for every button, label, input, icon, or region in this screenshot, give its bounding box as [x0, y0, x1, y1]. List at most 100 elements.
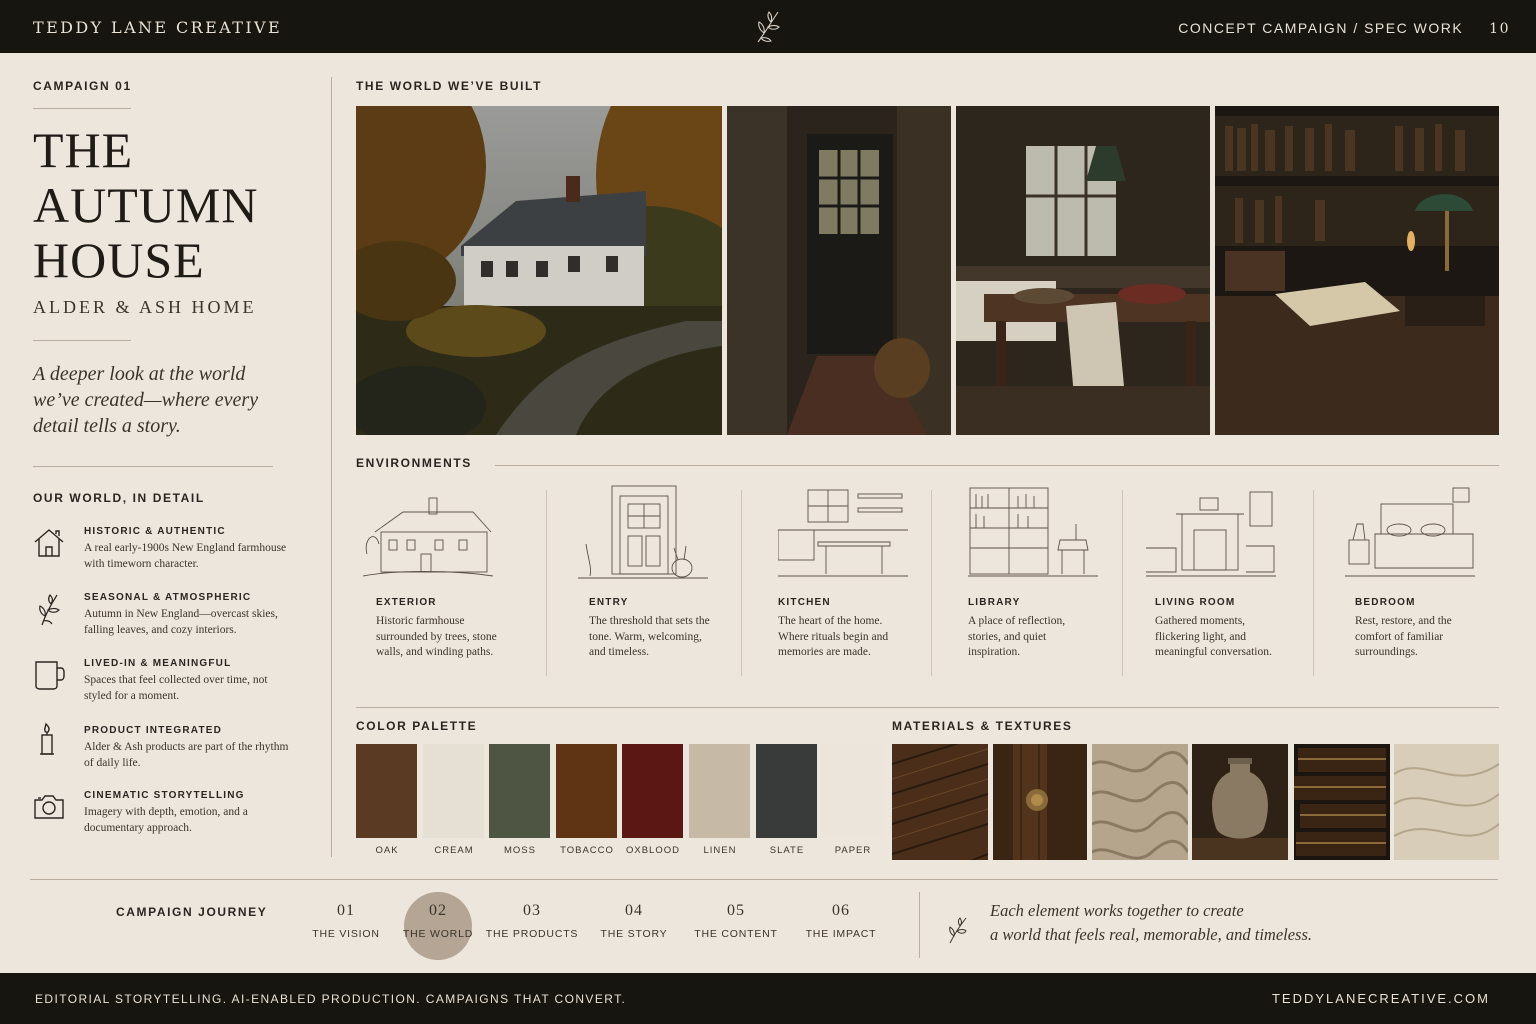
brand-name: TEDDY LANE CREATIVE [33, 18, 283, 37]
divider [546, 490, 547, 676]
materials-heading: MATERIALS & TEXTURES [892, 719, 1073, 733]
divider [919, 892, 920, 958]
step-number: 01 [337, 902, 355, 919]
swatch-label: TOBACCO [560, 845, 614, 856]
env-library: LIBRARY A place of reflection, stories, … [968, 484, 1118, 679]
divider [1122, 490, 1123, 676]
journey-step-03[interactable]: 03 THE PRODUCTS [482, 896, 582, 960]
divider [356, 707, 1499, 708]
feature-desc: Imagery with depth, emotion, and a docum… [84, 806, 248, 834]
swatch-label: CREAM [434, 845, 474, 856]
feature-desc: Spaces that feel collected over time, no… [84, 674, 268, 702]
color-swatch-1 [423, 744, 484, 838]
env-exterior: EXTERIOR Historic farmhouse surrounded b… [363, 484, 513, 679]
color-swatch-6 [756, 744, 817, 838]
feature-title: CINEMATIC STORYTELLING [84, 790, 245, 801]
feature-desc: A real early-1900s New England farmhouse… [84, 542, 287, 570]
color-swatch-4 [622, 744, 683, 838]
color-swatch-5 [689, 744, 750, 838]
divider [33, 340, 131, 341]
library-photo [1215, 106, 1499, 435]
step-label: THE PRODUCTS [485, 928, 579, 940]
camera-icon [34, 795, 64, 819]
divider [931, 490, 932, 676]
world-heading: THE WORLD WE’VE BUILT [356, 79, 543, 93]
footer-tagline: EDITORIAL STORYTELLING. AI-ENABLED PRODU… [35, 992, 627, 1006]
journey-step-01[interactable]: 01 THE VISION [296, 896, 396, 960]
closing-quote: Each element works together to create a … [990, 899, 1350, 947]
header-section: CONCEPT CAMPAIGN / SPEC WORK 10 [1178, 20, 1510, 37]
env-desc: The heart of the home. Where rituals beg… [778, 615, 889, 658]
divider [741, 490, 742, 676]
house-icon [34, 529, 64, 557]
quote-line-1: Each element works together to create [990, 901, 1244, 920]
env-desc: Rest, restore, and the comfort of famili… [1355, 615, 1452, 658]
divider [495, 465, 1499, 466]
step-label: THE STORY [600, 928, 668, 940]
texture-knit [1092, 744, 1188, 860]
step-number: 03 [523, 902, 541, 919]
world-detail-heading: OUR WORLD, IN DETAIL [33, 491, 205, 505]
swatch-label: LINEN [703, 845, 737, 856]
swatch-label: MOSS [504, 845, 536, 856]
feature-historic: HISTORIC & AUTHENTIC A real early-1900s … [33, 526, 293, 586]
exterior-photo [356, 106, 722, 435]
step-label: THE IMPACT [805, 928, 877, 940]
candle-icon [40, 722, 54, 755]
client-name: ALDER & ASH HOME [33, 297, 257, 317]
door-sketch [578, 485, 708, 579]
texture-ceramic-jar [1192, 744, 1288, 860]
journey-step-05[interactable]: 05 THE CONTENT [686, 896, 786, 960]
environments-heading: ENVIRONMENTS [356, 456, 472, 470]
library-sketch [968, 487, 1098, 577]
section-label: CONCEPT CAMPAIGN / SPEC WORK [1178, 20, 1464, 36]
title-line-2: AUTUMN [33, 177, 259, 233]
swatch-label: PAPER [834, 845, 872, 856]
intro-text: A deeper look at the world we’ve created… [33, 363, 259, 437]
kitchen-photo [956, 106, 1210, 435]
leaf-sprig-icon [39, 594, 60, 626]
env-kitchen: KITCHEN The heart of the home. Where rit… [778, 484, 928, 679]
env-living-room: LIVING ROOM Gathered moments, flickering… [1146, 484, 1296, 679]
journey-label: CAMPAIGN JOURNEY [116, 905, 268, 919]
color-swatch-3 [556, 744, 617, 838]
swatch-label: OAK [375, 845, 399, 856]
divider [33, 108, 131, 109]
footer-bar: EDITORIAL STORYTELLING. AI-ENABLED PRODU… [0, 973, 1536, 1024]
journey-step-04[interactable]: 04 THE STORY [584, 896, 684, 960]
color-swatch-0 [356, 744, 417, 838]
divider [1313, 490, 1314, 676]
title-line-1: THE [33, 122, 134, 178]
feature-title: LIVED-IN & MEANINGFUL [84, 658, 232, 669]
feature-title: SEASONAL & ATMOSPHERIC [84, 592, 252, 603]
mug-icon [35, 661, 65, 690]
color-swatch-2 [489, 744, 550, 838]
website-link[interactable]: TEDDYLANECREATIVE.COM [1272, 991, 1490, 1006]
leaf-sprig-icon [757, 11, 780, 43]
bedroom-sketch [1345, 487, 1475, 577]
feature-seasonal: SEASONAL & ATMOSPHERIC Autumn in New Eng… [33, 592, 293, 652]
feature-product: PRODUCT INTEGRATED Alder & Ash products … [33, 722, 293, 785]
title-line-3: HOUSE [33, 232, 205, 288]
env-entry: ENTRY The threshold that sets the tone. … [578, 484, 728, 679]
texture-door-knob [993, 744, 1087, 860]
step-number: 05 [727, 902, 745, 919]
page-title: THE AUTUMN HOUSE [33, 123, 323, 288]
palette-heading: COLOR PALETTE [356, 719, 478, 733]
swatch-label: OXBLOOD [626, 845, 680, 856]
divider [30, 879, 1498, 880]
page-number: 10 [1489, 21, 1510, 37]
step-label: THE VISION [312, 928, 380, 940]
texture-linen [1394, 744, 1499, 860]
entry-photo [727, 106, 951, 435]
feature-desc: Alder & Ash products are part of the rhy… [84, 741, 289, 769]
feature-title: HISTORIC & AUTHENTIC [84, 526, 226, 537]
feature-lived-in: LIVED-IN & MEANINGFUL Spaces that feel c… [33, 658, 293, 718]
left-column: CAMPAIGN 01 THE AUTUMN HOUSE ALDER & ASH… [0, 53, 330, 878]
env-desc: Historic farmhouse surrounded by trees, … [376, 615, 497, 658]
feature-cinematic: CINEMATIC STORYTELLING Imagery with dept… [33, 790, 293, 850]
journey-step-02[interactable]: 02 THE WORLD [388, 896, 488, 960]
step-label: THE CONTENT [694, 928, 778, 940]
texture-oak-floor [892, 744, 988, 860]
journey-step-06[interactable]: 06 THE IMPACT [791, 896, 891, 960]
